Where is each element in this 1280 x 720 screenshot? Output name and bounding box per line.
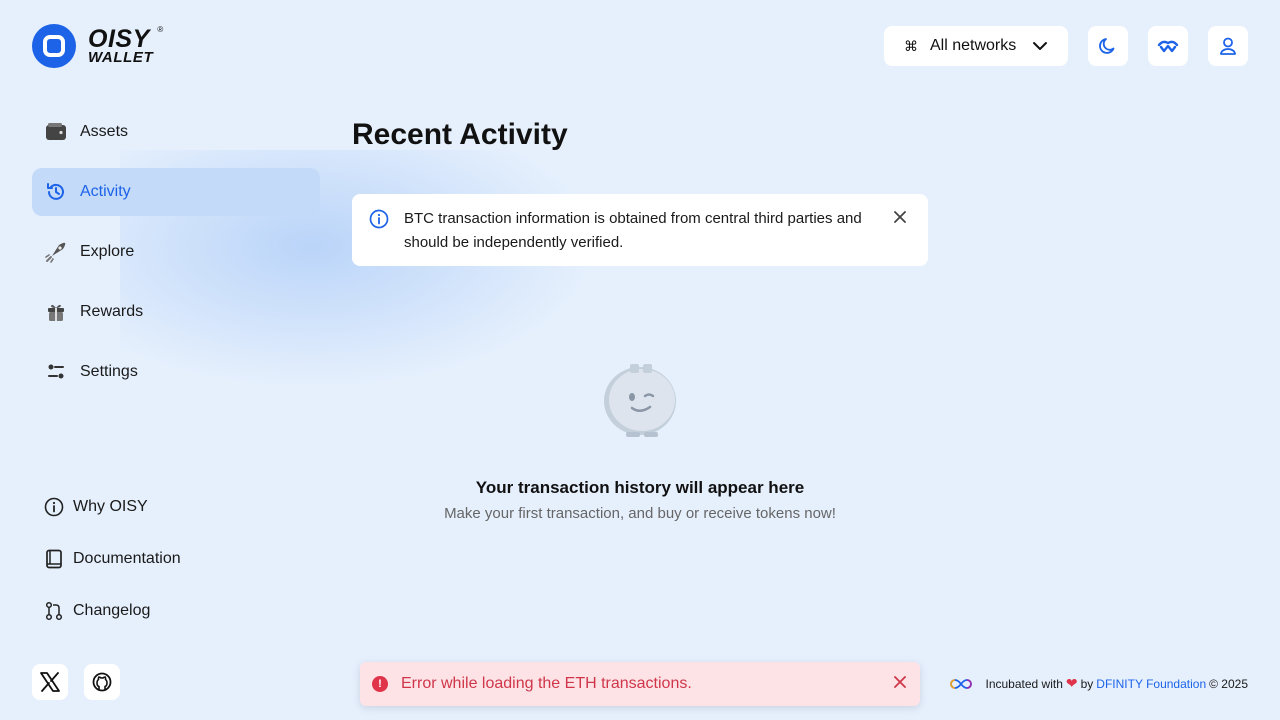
github-button[interactable]: [84, 664, 120, 700]
sidebar-item-assets[interactable]: Assets: [32, 108, 320, 156]
gift-icon: [44, 300, 68, 324]
moon-icon: [1099, 38, 1115, 54]
link-label: Why OISY: [73, 498, 148, 515]
registered-mark: ®: [157, 24, 164, 34]
chevron-down-icon: [1033, 42, 1047, 50]
wallet-icon: [44, 120, 68, 144]
user-menu-button[interactable]: [1208, 26, 1248, 66]
link-label: Changelog: [73, 602, 151, 619]
x-twitter-button[interactable]: [32, 664, 68, 700]
sidebar-item-activity[interactable]: Activity: [32, 168, 320, 216]
oisy-logo-text: OISY WALLET ®: [88, 24, 163, 66]
sidebar-item-settings[interactable]: Settings: [32, 348, 320, 396]
footer: Incubated with ❤ by DFINITY Foundation ©…: [949, 675, 1248, 692]
network-selector-label: All networks: [930, 37, 1017, 54]
footer-copyright: © 2025: [1209, 676, 1248, 691]
sidebar-item-label: Rewards: [80, 303, 144, 320]
error-toast: ! Error while loading the ETH transactio…: [360, 662, 920, 706]
walletconnect-button[interactable]: [1148, 26, 1188, 66]
close-icon[interactable]: [894, 676, 906, 688]
sidebar-item-label: Activity: [80, 183, 131, 200]
network-icon: ⌘: [904, 37, 918, 54]
link-why-oisy[interactable]: Why OISY: [44, 492, 181, 522]
sidebar-links: Why OISY Documentation Changelog: [44, 492, 181, 648]
logo-line-2: WALLET: [88, 48, 154, 66]
x-twitter-icon: [40, 672, 60, 692]
book-icon: [44, 549, 64, 569]
btc-info-text: BTC transaction information is obtained …: [404, 210, 862, 251]
sidebar-item-label: Explore: [80, 243, 135, 260]
dfinity-foundation-link[interactable]: DFINITY Foundation: [1096, 677, 1206, 691]
footer-prefix: Incubated with: [985, 676, 1063, 691]
sliders-icon: [44, 360, 68, 384]
sidebar-nav: Assets Activity Explore Rewards Settings: [32, 108, 320, 408]
oisy-logo[interactable]: OISY WALLET ®: [32, 24, 163, 68]
close-icon[interactable]: [894, 211, 906, 223]
theme-toggle-button[interactable]: [1088, 26, 1128, 66]
walletconnect-icon: [1157, 40, 1179, 53]
github-icon: [92, 672, 112, 692]
empty-state: Your transaction history will appear her…: [352, 360, 928, 522]
link-documentation[interactable]: Documentation: [44, 544, 181, 574]
alert-icon: !: [372, 676, 388, 692]
page-title: Recent Activity: [352, 118, 568, 151]
rocket-icon: [44, 240, 68, 264]
empty-state-subtitle: Make your first transaction, and buy or …: [444, 505, 836, 522]
footer-by: by: [1080, 676, 1094, 691]
oisy-logo-mark: [32, 24, 76, 68]
info-icon: [369, 209, 389, 229]
empty-state-title: Your transaction history will appear her…: [475, 478, 805, 497]
info-icon: [44, 497, 64, 517]
sidebar-item-rewards[interactable]: Rewards: [32, 288, 320, 336]
user-icon: [1220, 37, 1236, 55]
mascot-illustration: [604, 364, 676, 437]
infinity-logo-icon: [950, 678, 973, 689]
sidebar-item-explore[interactable]: Explore: [32, 228, 320, 276]
error-toast-text: Error while loading the ETH transactions…: [401, 675, 692, 692]
git-pull-request-icon: [44, 601, 64, 621]
sidebar-item-label: Assets: [80, 123, 129, 140]
sidebar-item-label: Settings: [80, 363, 138, 380]
heart-icon: ❤: [1065, 675, 1078, 691]
logo-line-1: OISY: [88, 24, 150, 53]
link-changelog[interactable]: Changelog: [44, 596, 181, 626]
history-icon: [44, 180, 68, 204]
link-label: Documentation: [73, 550, 181, 567]
btc-info-banner: BTC transaction information is obtained …: [352, 194, 928, 266]
network-selector[interactable]: ⌘ All networks: [884, 26, 1068, 66]
